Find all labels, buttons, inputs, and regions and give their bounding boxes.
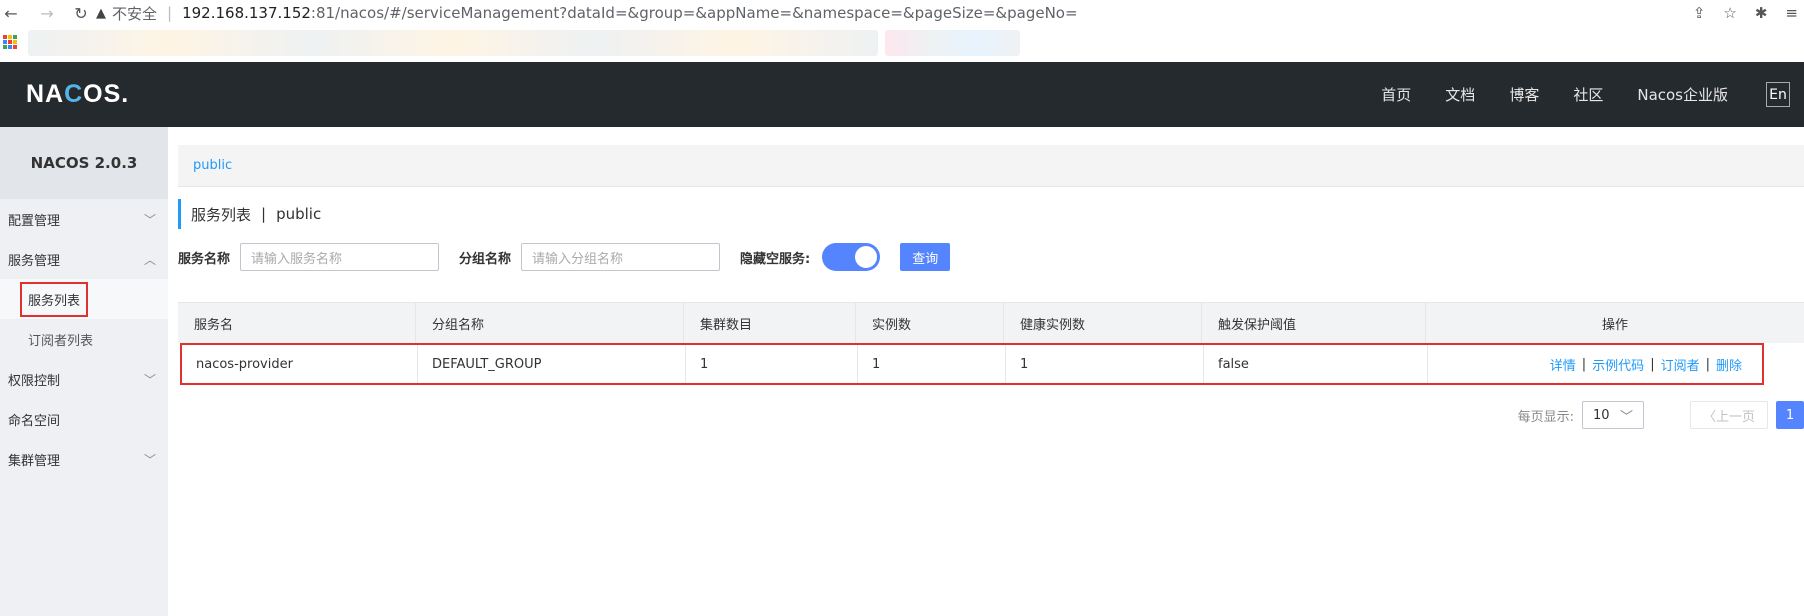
nav-blog[interactable]: 博客 xyxy=(1509,84,1539,105)
namespace-bar: public xyxy=(178,145,1804,187)
sidebar-item-label: 服务列表 xyxy=(20,281,89,317)
col-threshold: 触发保护阈值 xyxy=(1202,303,1426,343)
cell-healthy-count: 1 xyxy=(1006,345,1204,383)
sidebar-item-cluster[interactable]: 集群管理 ﹀ xyxy=(0,439,168,479)
page-number-current[interactable]: 1 xyxy=(1776,401,1804,429)
sidebar-item-label: 订阅者列表 xyxy=(28,333,94,349)
cell-group-name: DEFAULT_GROUP xyxy=(418,345,686,383)
pagination: 每页显示: 10 ﹀ 〈 上一页 1 xyxy=(1518,401,1804,429)
per-page-select[interactable]: 10 ﹀ xyxy=(1581,401,1644,429)
page-title: 服务列表 | public xyxy=(178,199,1804,229)
chevron-up-icon: ︿ xyxy=(143,253,156,267)
top-navbar: NACOS. 首页 文档 博客 社区 Nacos企业版 En xyxy=(0,62,1804,127)
per-page-label: 每页显示: xyxy=(1517,409,1574,425)
col-cluster-count: 集群数目 xyxy=(684,303,856,343)
address-bar[interactable]: ▲ 不安全 | 192.168.137.152:81/nacos/#/servi… xyxy=(96,1,1078,25)
chevron-down-icon: ﹀ xyxy=(1619,409,1633,425)
title-divider: | xyxy=(261,205,267,223)
sample-code-link[interactable]: 示例代码 xyxy=(1592,355,1644,374)
blurred-bookmarks-2 xyxy=(885,30,1020,56)
bookmark-star-icon[interactable]: ☆ xyxy=(1723,4,1736,22)
url-path: :81/nacos/#/serviceManagement?dataId=&gr… xyxy=(310,4,1078,22)
prev-page-button[interactable]: 〈 上一页 xyxy=(1689,401,1768,429)
col-instance-count: 实例数 xyxy=(856,303,1004,343)
service-name-input[interactable]: 请输入服务名称 xyxy=(240,243,440,271)
browser-actions: ⇪ ☆ ✱ ≡ xyxy=(1693,0,1798,26)
sidebar: NACOS 2.0.3 配置管理 ﹀ 服务管理 ︿ 服务列表 订阅者列表 权限控… xyxy=(0,127,168,616)
nav-community[interactable]: 社区 xyxy=(1573,84,1603,105)
forward-icon[interactable]: → xyxy=(36,2,58,24)
query-button[interactable]: 查询 xyxy=(900,243,951,271)
sidebar-item-permissions[interactable]: 权限控制 ﹀ xyxy=(0,359,168,399)
top-nav-links: 首页 文档 博客 社区 Nacos企业版 xyxy=(1381,62,1728,127)
chevron-down-icon: ﹀ xyxy=(143,213,156,227)
hide-empty-toggle[interactable] xyxy=(822,243,881,271)
col-service-name: 服务名 xyxy=(178,303,416,343)
per-page-value: 10 xyxy=(1592,407,1610,423)
search-form: 服务名称 请输入服务名称 分组名称 请输入分组名称 隐藏空服务: 查询 xyxy=(178,242,1804,272)
address-divider: | xyxy=(167,4,173,22)
back-icon[interactable]: ← xyxy=(0,2,22,24)
namespace-tab-public[interactable]: public xyxy=(193,158,232,173)
toggle-knob xyxy=(855,246,878,268)
group-name-input[interactable]: 请输入分组名称 xyxy=(521,243,721,271)
nav-docs[interactable]: 文档 xyxy=(1445,84,1475,105)
page-title-namespace: public xyxy=(276,205,322,223)
sidebar-item-subscribers[interactable]: 订阅者列表 xyxy=(0,319,168,359)
main-content: public 服务列表 | public 服务名称 请输入服务名称 分组名称 请… xyxy=(178,145,1804,429)
apps-icon[interactable] xyxy=(3,35,17,49)
sidebar-item-label: 命名空间 xyxy=(8,413,61,429)
cell-threshold: false xyxy=(1204,345,1428,383)
warning-icon: ▲ xyxy=(96,5,106,21)
prev-page-label: 上一页 xyxy=(1715,409,1755,425)
cell-instance-count: 1 xyxy=(858,345,1006,383)
delete-link[interactable]: 删除 xyxy=(1716,355,1742,374)
insecure-label: 不安全 xyxy=(112,4,158,23)
nav-enterprise[interactable]: Nacos企业版 xyxy=(1637,84,1728,105)
detail-link[interactable]: 详情 xyxy=(1550,355,1576,374)
bookmarks-bar xyxy=(0,26,1804,62)
sidebar-item-config[interactable]: 配置管理 ﹀ xyxy=(0,199,168,239)
group-name-label: 分组名称 xyxy=(459,251,512,267)
extensions-icon[interactable]: ✱ xyxy=(1755,4,1768,22)
table-header: 服务名 分组名称 集群数目 实例数 健康实例数 触发保护阈值 操作 xyxy=(178,303,1804,343)
nacos-logo[interactable]: NACOS. xyxy=(26,80,129,109)
blurred-bookmarks xyxy=(28,30,878,56)
chevron-left-icon: 〈 xyxy=(1702,409,1716,425)
cell-service-name: nacos-provider xyxy=(182,345,418,383)
hide-empty-label: 隐藏空服务: xyxy=(740,251,811,267)
action-divider: | xyxy=(1581,356,1587,372)
browser-toolbar: ← → ↻ ▲ 不安全 | 192.168.137.152:81/nacos/#… xyxy=(0,0,1804,26)
service-table: 服务名 分组名称 集群数目 实例数 健康实例数 触发保护阈值 操作 nacos-… xyxy=(178,302,1804,385)
service-name-label: 服务名称 xyxy=(178,251,231,267)
reading-list-icon[interactable]: ≡ xyxy=(1785,4,1798,22)
cell-operations: 详情 | 示例代码 | 订阅者 | 删除 xyxy=(1428,345,1762,383)
subscribers-link[interactable]: 订阅者 xyxy=(1661,355,1700,374)
share-icon[interactable]: ⇪ xyxy=(1693,4,1706,22)
chevron-down-icon: ﹀ xyxy=(143,453,156,467)
sidebar-item-label: 权限控制 xyxy=(8,373,61,389)
sidebar-item-namespace[interactable]: 命名空间 xyxy=(0,399,168,439)
action-divider: | xyxy=(1650,356,1655,372)
sidebar-item-label: 配置管理 xyxy=(8,213,61,229)
action-divider: | xyxy=(1705,356,1710,372)
page-title-text: 服务列表 xyxy=(191,205,252,224)
sidebar-item-service[interactable]: 服务管理 ︿ xyxy=(0,239,168,279)
col-healthy-count: 健康实例数 xyxy=(1004,303,1202,343)
chevron-down-icon: ﹀ xyxy=(143,373,156,387)
sidebar-version: NACOS 2.0.3 xyxy=(0,127,168,199)
col-group-name: 分组名称 xyxy=(416,303,684,343)
nav-home[interactable]: 首页 xyxy=(1381,84,1411,105)
language-switch-button[interactable]: En xyxy=(1766,82,1790,107)
table-row: nacos-provider DEFAULT_GROUP 1 1 1 false… xyxy=(180,343,1764,385)
col-operations: 操作 xyxy=(1601,317,1628,333)
cell-cluster-count: 1 xyxy=(686,345,858,383)
url-host: 192.168.137.152 xyxy=(182,4,311,22)
sidebar-item-service-list[interactable]: 服务列表 xyxy=(0,279,168,319)
sidebar-item-label: 集群管理 xyxy=(8,453,61,469)
reload-icon[interactable]: ↻ xyxy=(70,2,92,24)
sidebar-item-label: 服务管理 xyxy=(8,253,61,269)
